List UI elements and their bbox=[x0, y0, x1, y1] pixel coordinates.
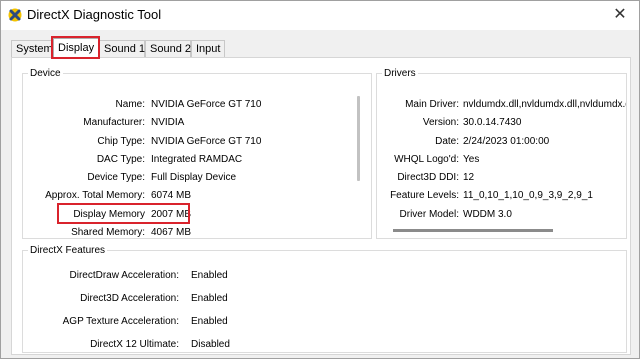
directdraw-acceleration-value: Enabled bbox=[191, 270, 228, 281]
whql-label: WHQL Logo'd: bbox=[394, 154, 459, 165]
total-memory-label: Approx. Total Memory: bbox=[45, 190, 145, 201]
name-value: NVIDIA GeForce GT 710 bbox=[151, 99, 262, 110]
device-type-value: Full Display Device bbox=[151, 172, 237, 183]
total-memory-value: 6074 MB bbox=[151, 190, 192, 201]
close-icon[interactable]: ✕ bbox=[609, 4, 631, 26]
shared-memory-value: 4067 MB bbox=[151, 227, 192, 238]
feature-levels-label: Feature Levels: bbox=[390, 190, 459, 201]
display-memory-label: Display Memory bbox=[73, 209, 145, 220]
date-label: Date: bbox=[435, 136, 459, 147]
device-type-label: Device Type: bbox=[87, 172, 145, 183]
window-title: DirectX Diagnostic Tool bbox=[27, 7, 162, 22]
display-memory-value: 2007 MB bbox=[151, 209, 192, 220]
drivers-group-title: Drivers bbox=[382, 68, 418, 79]
date-value: 2/24/2023 01:00:00 bbox=[463, 136, 550, 147]
main-driver-value: nvldumdx.dll,nvldumdx.dll,nvldumdx.d bbox=[463, 99, 626, 110]
directx-icon bbox=[8, 8, 22, 22]
display-tab-page: Device Name: NVIDIA GeForce GT 710 Manuf… bbox=[11, 57, 631, 355]
drivers-horizontal-scrollbar[interactable] bbox=[393, 229, 553, 232]
dac-type-value: Integrated RAMDAC bbox=[151, 154, 243, 165]
directx12-ultimate-value: Disabled bbox=[191, 339, 230, 350]
device-group: Device Name: NVIDIA GeForce GT 710 Manuf… bbox=[22, 68, 372, 239]
main-driver-label: Main Driver: bbox=[405, 99, 459, 110]
chip-type-label: Chip Type: bbox=[97, 136, 145, 147]
manufacturer-value: NVIDIA bbox=[151, 117, 185, 128]
driver-model-value: WDDM 3.0 bbox=[463, 209, 512, 220]
tab-sound-1[interactable]: Sound 1 bbox=[99, 40, 145, 58]
agp-texture-acceleration-value: Enabled bbox=[191, 316, 228, 327]
name-label: Name: bbox=[115, 99, 145, 110]
direct3d-ddi-label: Direct3D DDI: bbox=[397, 172, 459, 183]
direct3d-acceleration-label: Direct3D Acceleration: bbox=[80, 293, 179, 304]
directdraw-acceleration-label: DirectDraw Acceleration: bbox=[69, 270, 179, 281]
version-label: Version: bbox=[422, 117, 459, 128]
dac-type-label: DAC Type: bbox=[96, 154, 145, 165]
manufacturer-label: Manufacturer: bbox=[83, 117, 145, 128]
directx12-ultimate-label: DirectX 12 Ultimate: bbox=[90, 339, 179, 350]
driver-model-label: Driver Model: bbox=[399, 209, 459, 220]
direct3d-ddi-value: 12 bbox=[463, 172, 475, 183]
whql-value: Yes bbox=[463, 154, 480, 165]
tab-display[interactable]: Display bbox=[53, 38, 99, 58]
version-value: 30.0.14.7430 bbox=[463, 117, 522, 128]
drivers-group: Drivers Main Driver: nvldumdx.dll,nvldum… bbox=[376, 68, 627, 239]
tab-sound-2[interactable]: Sound 2 bbox=[145, 40, 191, 58]
device-group-title: Device bbox=[28, 68, 63, 79]
directx-diagnostic-window: DirectX Diagnostic Tool ✕ System Display… bbox=[0, 0, 640, 359]
direct3d-acceleration-value: Enabled bbox=[191, 293, 228, 304]
directx-features-group: DirectX Features DirectDraw Acceleration… bbox=[22, 245, 627, 353]
directx-features-title: DirectX Features bbox=[28, 245, 108, 256]
chip-type-value: NVIDIA GeForce GT 710 bbox=[151, 136, 262, 147]
shared-memory-label: Shared Memory: bbox=[71, 227, 145, 238]
tab-system[interactable]: System bbox=[11, 40, 53, 58]
tab-input[interactable]: Input bbox=[191, 40, 225, 58]
agp-texture-acceleration-label: AGP Texture Acceleration: bbox=[62, 316, 179, 327]
title-bar[interactable]: DirectX Diagnostic Tool ✕ bbox=[1, 1, 639, 30]
device-scrollbar[interactable] bbox=[357, 96, 360, 181]
feature-levels-value: 11_0,10_1,10_0,9_3,9_2,9_1 bbox=[463, 190, 593, 201]
